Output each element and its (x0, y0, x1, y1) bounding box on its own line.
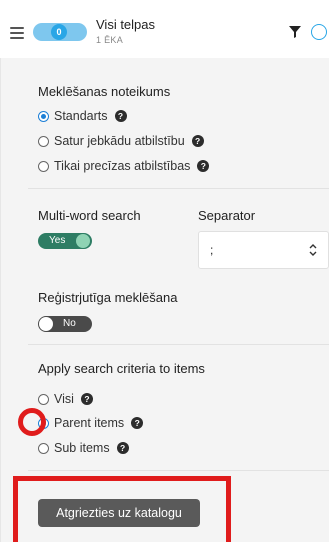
divider (28, 188, 329, 189)
toggle-knob (39, 317, 53, 331)
case-sensitive-toggle[interactable]: No (38, 316, 92, 332)
divider (28, 344, 329, 345)
radio-parent-items[interactable]: Parent items ? (38, 414, 144, 432)
radio-label: Sub items (54, 441, 110, 455)
radio-contains-any[interactable]: Satur jebkādu atbilstību ? (38, 132, 204, 150)
help-icon[interactable]: ? (80, 393, 93, 405)
radio-button[interactable] (38, 393, 49, 405)
search-rule-title: Meklēšanas noteikums (38, 84, 171, 99)
page-title: Visi telpas (96, 17, 156, 32)
separator-value: ; (210, 243, 214, 257)
radio-button[interactable] (38, 160, 49, 172)
multi-word-toggle[interactable]: Yes (38, 233, 92, 249)
filter-icon[interactable] (289, 26, 301, 38)
help-icon[interactable]: ? (131, 417, 144, 429)
help-icon[interactable]: ? (191, 135, 204, 147)
header: 0 Visi telpas 1 ĒKA (0, 0, 329, 58)
circle-icon[interactable] (311, 24, 327, 40)
radio-standard[interactable]: Standarts ? (38, 107, 127, 125)
toggle-label: Yes (49, 235, 66, 246)
radio-exact-only[interactable]: Tikai precīzas atbilstības ? (38, 157, 210, 175)
separator-select[interactable]: ; (198, 231, 329, 269)
radio-label: Visi (54, 392, 74, 406)
toggle-knob (76, 234, 90, 248)
toggle-label: No (63, 318, 76, 329)
help-icon[interactable]: ? (116, 442, 129, 454)
selection-count-badge: 0 (51, 24, 67, 40)
radio-label: Standarts (54, 109, 108, 123)
divider (28, 470, 329, 471)
apply-criteria-title: Apply search criteria to items (38, 361, 205, 376)
radio-button[interactable] (38, 442, 49, 454)
highlight-box-annotation (13, 476, 231, 542)
radio-all[interactable]: Visi ? (38, 390, 93, 408)
help-icon[interactable]: ? (197, 160, 210, 172)
page-subtitle: 1 ĒKA (96, 35, 124, 45)
selection-count-pill[interactable]: 0 (33, 23, 87, 41)
menu-icon[interactable] (10, 27, 24, 39)
radio-label: Tikai precīzas atbilstības (54, 159, 191, 173)
separator-title: Separator (198, 208, 256, 223)
help-icon[interactable]: ? (114, 110, 127, 122)
radio-button[interactable] (38, 110, 49, 122)
multi-word-title: Multi-word search (38, 208, 141, 223)
chevron-up-down-icon (309, 244, 317, 256)
radio-label: Satur jebkādu atbilstību (54, 134, 185, 148)
highlight-circle-annotation (18, 408, 46, 436)
radio-sub-items[interactable]: Sub items ? (38, 439, 129, 457)
radio-button[interactable] (38, 135, 49, 147)
case-sensitive-title: Reģistrjutīga meklēšana (38, 290, 178, 305)
radio-label: Parent items (54, 416, 125, 430)
